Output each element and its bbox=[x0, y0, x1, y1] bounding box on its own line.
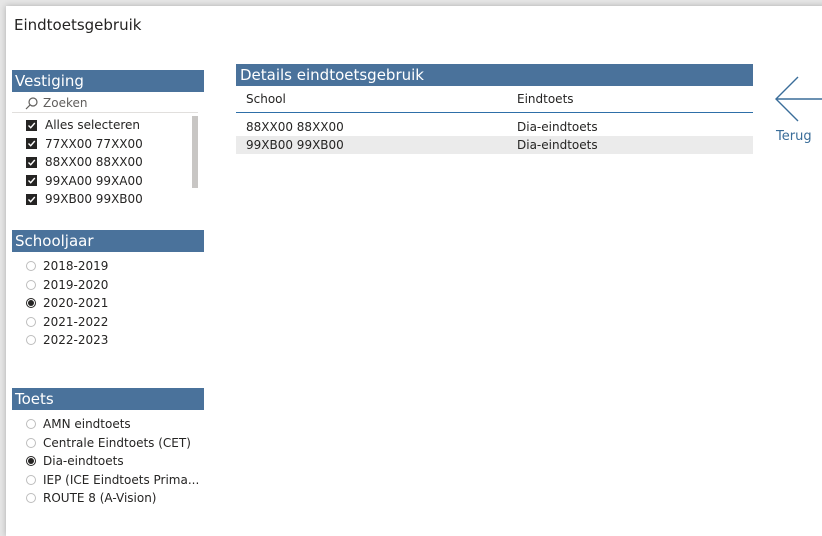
vestiging-item-label: 88XX00 88XX00 bbox=[45, 155, 143, 170]
schooljaar-header: Schooljaar bbox=[12, 230, 204, 252]
vestiging-item[interactable]: Alles selecteren bbox=[12, 116, 204, 135]
toets-item-label: IEP (ICE Eindtoets Prima... bbox=[43, 472, 200, 487]
vestiging-item[interactable]: 77XX00 77XX00 bbox=[12, 135, 204, 154]
toets-list: AMN eindtoets Centrale Eindtoets (CET) D… bbox=[12, 415, 204, 508]
vestiging-item-label: Alles selecteren bbox=[45, 118, 141, 133]
toets-item-label: AMN eindtoets bbox=[43, 417, 131, 432]
schooljaar-item-label: 2022-2023 bbox=[43, 333, 109, 348]
radio-icon[interactable] bbox=[26, 474, 36, 485]
radio-icon[interactable] bbox=[26, 493, 36, 504]
vestiging-item[interactable]: 99XB00 99XB00 bbox=[12, 190, 204, 209]
schooljaar-item[interactable]: 2019-2020 bbox=[12, 276, 204, 295]
schooljaar-item[interactable]: 2022-2023 bbox=[12, 331, 204, 350]
radio-icon[interactable] bbox=[26, 335, 36, 346]
radio-selected-icon[interactable] bbox=[26, 456, 36, 467]
toets-item-label: ROUTE 8 (A-Vision) bbox=[43, 491, 157, 506]
vestiging-item-label: 99XB00 99XB00 bbox=[45, 192, 143, 207]
schooljaar-item[interactable]: 2021-2022 bbox=[12, 313, 204, 332]
checkbox-checked-icon[interactable] bbox=[26, 138, 37, 150]
table-header-row: School Eindtoets bbox=[236, 86, 753, 113]
schooljaar-item[interactable]: 2020-2021 bbox=[12, 294, 204, 313]
schooljaar-list: 2018-2019 2019-2020 2020-2021 2021-2022 … bbox=[12, 257, 204, 350]
column-header-school[interactable]: School bbox=[236, 92, 505, 106]
scrollbar-thumb[interactable] bbox=[192, 116, 198, 188]
radio-icon[interactable] bbox=[26, 261, 36, 272]
back-label[interactable]: Terug bbox=[776, 129, 812, 144]
checkbox-checked-icon[interactable] bbox=[26, 156, 37, 168]
checkbox-checked-icon[interactable] bbox=[26, 193, 37, 205]
vestiging-item-label: 77XX00 77XX00 bbox=[45, 136, 143, 151]
vestiging-scrollbar[interactable] bbox=[192, 116, 198, 188]
schooljaar-item-label: 2020-2021 bbox=[43, 296, 109, 311]
table-cell-school: 99XB00 99XB00 bbox=[246, 138, 344, 152]
table-cell-eindtoets: Dia-eindtoets bbox=[517, 120, 598, 134]
toets-item[interactable]: AMN eindtoets bbox=[12, 415, 204, 434]
toets-item[interactable]: IEP (ICE Eindtoets Prima... bbox=[12, 471, 204, 490]
schooljaar-item-label: 2018-2019 bbox=[43, 259, 109, 274]
toets-item-label: Centrale Eindtoets (CET) bbox=[43, 435, 191, 450]
radio-icon[interactable] bbox=[26, 316, 36, 327]
page-title: Eindtoetsgebruik bbox=[14, 16, 142, 34]
vestiging-item[interactable]: 99XA00 99XA00 bbox=[12, 172, 204, 191]
table-body: 88XX00 88XX00 Dia-eindtoets 99XB00 99XB0… bbox=[236, 118, 753, 154]
toets-item[interactable]: ROUTE 8 (A-Vision) bbox=[12, 489, 204, 508]
toets-item-label: Dia-eindtoets bbox=[43, 454, 124, 469]
radio-icon[interactable] bbox=[26, 279, 36, 290]
details-table: Details eindtoetsgebruik School Eindtoet… bbox=[236, 64, 753, 530]
search-placeholder: Zoeken bbox=[43, 96, 88, 110]
radio-icon[interactable] bbox=[26, 419, 36, 430]
table-cell-school: 88XX00 88XX00 bbox=[246, 120, 344, 134]
details-header: Details eindtoetsgebruik bbox=[236, 64, 753, 86]
vestiging-list: Alles selecteren 77XX00 77XX00 88XX00 88… bbox=[12, 116, 204, 209]
arrow-left-icon bbox=[775, 76, 822, 122]
vestiging-item[interactable]: 88XX00 88XX00 bbox=[12, 153, 204, 172]
checkbox-checked-icon[interactable] bbox=[26, 175, 37, 187]
checkbox-checked-icon[interactable] bbox=[26, 119, 37, 131]
toets-item[interactable]: Centrale Eindtoets (CET) bbox=[12, 434, 204, 453]
table-row[interactable]: 88XX00 88XX00 Dia-eindtoets bbox=[236, 118, 753, 136]
radio-icon[interactable] bbox=[26, 437, 36, 448]
vestiging-item-label: 99XA00 99XA00 bbox=[45, 173, 143, 188]
table-row[interactable]: 99XB00 99XB00 Dia-eindtoets bbox=[236, 136, 753, 154]
search-icon bbox=[25, 96, 38, 109]
back-button[interactable] bbox=[770, 74, 822, 124]
radio-selected-icon[interactable] bbox=[26, 298, 36, 309]
column-header-eindtoets[interactable]: Eindtoets bbox=[505, 92, 753, 106]
table-cell-eindtoets: Dia-eindtoets bbox=[517, 138, 598, 152]
schooljaar-item-label: 2019-2020 bbox=[43, 277, 109, 292]
schooljaar-slicer: Schooljaar 2018-2019 2019-2020 2020-2021… bbox=[12, 230, 204, 350]
schooljaar-item[interactable]: 2018-2019 bbox=[12, 257, 204, 276]
toets-item[interactable]: Dia-eindtoets bbox=[12, 452, 204, 471]
toets-header: Toets bbox=[12, 388, 204, 410]
schooljaar-item-label: 2021-2022 bbox=[43, 314, 109, 329]
vestiging-search[interactable]: Zoeken bbox=[12, 94, 198, 113]
vestiging-header: Vestiging bbox=[12, 70, 204, 92]
toets-slicer: Toets AMN eindtoets Centrale Eindtoets (… bbox=[12, 388, 204, 508]
vestiging-slicer: Vestiging Zoeken Alles selecteren 77XX00… bbox=[12, 70, 204, 209]
